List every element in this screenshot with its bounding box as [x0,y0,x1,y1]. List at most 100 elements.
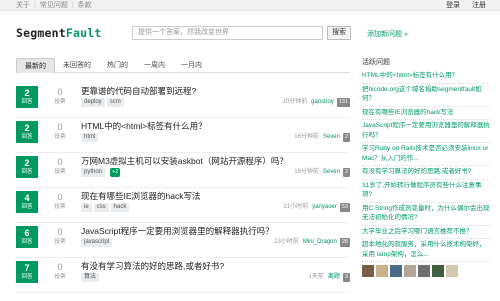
user-score: 53 [339,203,350,212]
vote-count: 0 [57,122,63,132]
active-question-link[interactable]: 现在有哪些IE浏览器的hack写法 [362,107,490,120]
about-link[interactable]: 关于 [16,0,30,11]
search-button[interactable]: 搜索 [327,26,351,40]
question-user[interactable]: 离题 [328,274,340,280]
question-row: 2 回答 0 投票 HTML中的<html>标签有什么用？ html 16分钟前 Se… [16,118,350,153]
answer-count: 6 [24,228,30,238]
tag[interactable]: html [81,133,99,142]
question-meta: 21小时前 yanyaoer 53 [283,203,350,212]
question-user[interactable]: Seven [323,169,340,175]
question-tags: python +2 [81,168,121,177]
tag[interactable]: 算法 [81,273,100,282]
tab-newest[interactable]: 最新的 [16,58,55,73]
faq-link[interactable]: 常见问题 [40,0,68,11]
avatar[interactable] [404,265,416,277]
tag[interactable]: javascript [81,238,113,247]
question-time: 21小时前 [283,204,309,210]
question-user[interactable]: yanyaoer [312,204,337,210]
vote-count: 0 [57,262,63,272]
active-question-link[interactable]: 把hicode.org这个域名捐助segmentfault如何？ [362,84,490,107]
avatar[interactable] [376,265,388,277]
tag[interactable]: ie [81,203,92,212]
answer-count-box: 2 回答 [16,121,38,143]
search-input[interactable]: 提供一个答案，然我改变世界 [132,26,323,40]
avatar[interactable] [418,265,430,277]
question-tabs: 最新的 未回答的 热门的 一周内 一月内 [16,58,350,73]
register-link[interactable]: 注册 [472,0,486,11]
avatar[interactable] [446,265,458,277]
question-meta: 16分钟前 Seven 2 [294,168,350,177]
terms-link[interactable]: 条款 [78,0,92,11]
answer-count-box: 2 回答 [16,86,38,108]
question-title[interactable]: 万网M3虚拟主机可以安装askbot（网站开源程序）吗？ [81,155,288,167]
tag[interactable]: deploy [81,98,105,107]
answer-label: 回答 [21,134,33,140]
question-list: 2 回答 0 投票 更靠谱的代码自动部署到远程? deploy scm 10分钟前 g… [16,83,350,293]
question-meta: 23小时前 Mini_Dragon 28 [274,238,350,247]
vote-count-box: 0 投票 [49,156,71,176]
question-row: 7 回答 0 投票 有没有学习算法的好的思路,或者好书? 算法 1天前 离题 3 [16,258,350,293]
active-question-link[interactable]: 大学毕业之后学习哪门语言推荐不推？ [362,226,490,239]
question-time: 23小时前 [274,239,299,245]
active-question-link[interactable]: 31岁了,开始转行做程序员有些什么注意事项? [362,180,490,203]
vote-label: 投票 [54,204,66,210]
user-score: 28 [339,238,350,247]
avatar[interactable] [362,265,374,277]
answer-count: 7 [24,263,30,273]
answer-count: 2 [24,88,30,98]
login-link[interactable]: 登录 [446,0,460,11]
logo-accent-text: Fault [65,26,102,40]
active-question-link[interactable]: HTML中的<html>标签有什么用？ [362,70,490,84]
question-user[interactable]: gaosboy [311,99,334,105]
question-title[interactable]: 现在有哪些IE浏览器的hack写法 [81,190,201,202]
question-title[interactable]: 有没有学习算法的好的思路,或者好书? [81,260,224,272]
add-question-link[interactable]: 添加新问题 » [367,29,408,39]
active-question-link[interactable]: JavaScript程序一定要用浏览器里的解释器执行吗？ [362,120,490,143]
active-question-link[interactable]: 学习Ruby on Rails技术是否必须安装linux or Mac？从入门的… [362,143,490,166]
vote-label: 投票 [54,99,66,105]
sidebar-heading: 活跃问题 [362,59,390,66]
site-logo[interactable]: SegmentFault [16,26,102,40]
question-time: 1天前 [308,274,324,280]
answer-label: 回答 [21,239,33,245]
tag[interactable]: python [81,168,106,177]
question-tags: javascript [81,238,113,247]
user-avatars [362,265,490,277]
vote-label: 投票 [54,274,66,280]
question-user[interactable]: Seven [323,134,340,140]
question-user[interactable]: Mini_Dragon [303,239,337,245]
question-tags: html [81,133,99,142]
avatar[interactable] [390,265,402,277]
active-question-link[interactable]: 用C String作成员变量时，为什么偶尔会出现无法初始化的情况? [362,203,490,226]
tag[interactable]: css [93,203,109,212]
answer-count-box: 2 回答 [16,156,38,178]
active-question-link[interactable]: 超本地化的就服务，采用什么技术构架好，采用 lamp架构，怎么... [362,239,490,262]
avatar[interactable] [432,265,444,277]
answer-label: 回答 [21,99,33,105]
answer-count: 4 [24,193,30,203]
question-title[interactable]: HTML中的<html>标签有什么用？ [81,120,207,132]
tag[interactable]: hack [110,203,130,212]
vote-label: 投票 [54,134,66,140]
top-bar: 关于 | 常见问题 | 条款 登录 注册 [0,0,500,11]
vote-count: 0 [57,192,63,202]
question-title[interactable]: JavaScript程序一定要用浏览器里的解释器执行吗？ [81,225,274,237]
vote-count-box: 0 投票 [49,121,71,141]
bounty-badge: +2 [110,168,121,177]
question-title[interactable]: 更靠谱的代码自动部署到远程? [81,85,196,97]
user-score: 131 [336,98,350,107]
tab-unanswered[interactable]: 未回答的 [55,58,99,73]
vote-count: 0 [57,87,63,97]
answer-count-box: 4 回答 [16,191,38,213]
user-score: 2 [342,168,350,177]
sidebar: 活跃问题 HTML中的<html>标签有什么用？ 把hicode.org这个域名… [362,57,490,277]
tab-week[interactable]: 一周内 [136,58,173,73]
tab-hot[interactable]: 热门的 [99,58,136,73]
tag[interactable]: scm [106,98,124,107]
divider: | [34,2,36,9]
divider: | [71,2,74,9]
active-questions-list: HTML中的<html>标签有什么用？ 把hicode.org这个域名捐助seg… [362,70,490,262]
vote-count-box: 0 投票 [49,86,71,106]
active-question-link[interactable]: 有没有学习算法的好的思路,或者好书? [362,166,490,180]
tab-month[interactable]: 一月内 [173,58,210,73]
